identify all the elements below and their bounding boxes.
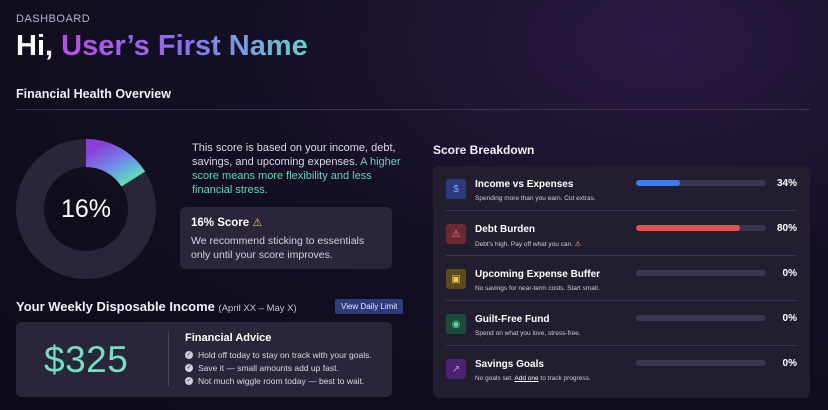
breakdown-label: Guilt-Free Fund xyxy=(475,314,550,325)
view-daily-limit-button[interactable]: View Daily Limit xyxy=(335,299,404,314)
breakdown-percent: 34% xyxy=(776,178,797,189)
score-card-title-text: 16% Score xyxy=(191,217,250,229)
breakdown-sub: Debt's high. Pay off what you can. ⚠ xyxy=(475,240,581,248)
dashboard-page: DASHBOARD Hi, User’s First Name Financia… xyxy=(0,0,828,410)
breakdown-sub: No savings for near-term costs. Start sm… xyxy=(475,285,600,292)
breakdown-row-income[interactable]: $ Income vs Expenses Spending more than … xyxy=(446,166,797,211)
advice-text: Save it — small amounts add up fast. xyxy=(198,362,339,373)
breakdown-label: Savings Goals xyxy=(475,359,544,370)
progress-track xyxy=(636,225,766,231)
greeting: Hi, User’s First Name xyxy=(16,30,308,63)
trend-up-icon: ↗ xyxy=(446,359,466,379)
weekly-title: Your Weekly Disposable Income (April XX … xyxy=(16,299,297,314)
breakdown-card: $ Income vs Expenses Spending more than … xyxy=(433,166,810,398)
advice-title: Financial Advice xyxy=(185,332,272,344)
dashboard-label: DASHBOARD xyxy=(16,13,91,25)
dollar-icon: $ xyxy=(446,179,466,199)
section-divider xyxy=(16,109,810,110)
wallet-icon: ▣ xyxy=(446,269,466,289)
score-card-body: We recommend sticking to essentials only… xyxy=(191,235,365,261)
check-circle-icon: ✓ xyxy=(185,350,193,359)
breakdown-sub: Spend on what you love, stress-free. xyxy=(475,330,581,337)
breakdown-title: Score Breakdown xyxy=(433,143,535,157)
breakdown-percent: 0% xyxy=(782,358,797,369)
warning-icon: ⚠ xyxy=(252,217,263,229)
advice-item: ✓ Hold off today to stay on track with yo… xyxy=(185,348,372,361)
target-icon: ◉ xyxy=(446,314,466,334)
breakdown-percent: 0% xyxy=(782,268,797,279)
advice-text: Hold off today to stay on track with you… xyxy=(198,349,372,360)
check-circle-icon: ✓ xyxy=(185,363,193,372)
progress-track xyxy=(636,270,766,276)
breakdown-label: Debt Burden xyxy=(475,224,535,235)
breakdown-row-guilt-free[interactable]: ◉ Guilt-Free Fund Spend on what you love… xyxy=(446,301,797,346)
breakdown-sub-text: to track progress. xyxy=(538,375,591,382)
progress-fill xyxy=(636,225,740,231)
weekly-range: (April XX – May X) xyxy=(218,303,297,314)
weekly-title-text: Your Weekly Disposable Income xyxy=(16,299,215,314)
disposable-amount: $325 xyxy=(44,339,129,380)
advice-item: ✓ Save it — small amounts add up fast. xyxy=(185,361,372,374)
progress-track xyxy=(636,360,766,366)
warning-icon: ⚠ xyxy=(574,241,582,248)
breakdown-label: Upcoming Expense Buffer xyxy=(475,269,601,280)
warning-triangle-icon: ⚠ xyxy=(446,224,466,244)
overview-title: Financial Health Overview xyxy=(16,87,171,101)
advice-text: Not much wiggle room today — best to wai… xyxy=(198,375,365,386)
breakdown-label: Income vs Expenses xyxy=(475,179,574,190)
breakdown-sub: No goals set. Add one to track progress. xyxy=(475,375,591,382)
add-goal-link[interactable]: Add one xyxy=(514,375,538,382)
breakdown-sub-text: Debt's high. Pay off what you can. xyxy=(475,241,573,248)
score-description: This score is based on your income, debt… xyxy=(192,141,402,197)
breakdown-row-debt[interactable]: ⚠ Debt Burden Debt's high. Pay off what … xyxy=(446,211,797,256)
breakdown-sub-text: No goals set. xyxy=(475,375,515,382)
breakdown-row-buffer[interactable]: ▣ Upcoming Expense Buffer No savings for… xyxy=(446,256,797,301)
progress-track xyxy=(636,180,766,186)
progress-track xyxy=(636,315,766,321)
check-circle-icon: ✓ xyxy=(185,376,193,385)
breakdown-row-savings[interactable]: ↗ Savings Goals No goals set. Add one to… xyxy=(446,346,797,391)
score-card-title: 16% Score ⚠ xyxy=(191,216,381,229)
score-card: 16% Score ⚠ We recommend sticking to ess… xyxy=(180,207,392,269)
advice-list: ✓ Hold off today to stay on track with yo… xyxy=(185,348,372,387)
advice-item: ✓ Not much wiggle room today — best to wa… xyxy=(185,374,372,387)
breakdown-percent: 0% xyxy=(782,313,797,324)
weekly-card: $325 Financial Advice ✓ Hold off today to… xyxy=(16,322,392,397)
greeting-prefix: Hi, xyxy=(16,30,62,62)
breakdown-percent: 80% xyxy=(776,223,797,234)
weekly-card-divider xyxy=(168,332,169,386)
breakdown-sub: Spending more than you earn. Cut extras. xyxy=(475,195,596,202)
score-percent: 16% xyxy=(60,194,112,223)
progress-fill xyxy=(636,180,681,186)
user-name: User’s First Name xyxy=(61,30,308,62)
